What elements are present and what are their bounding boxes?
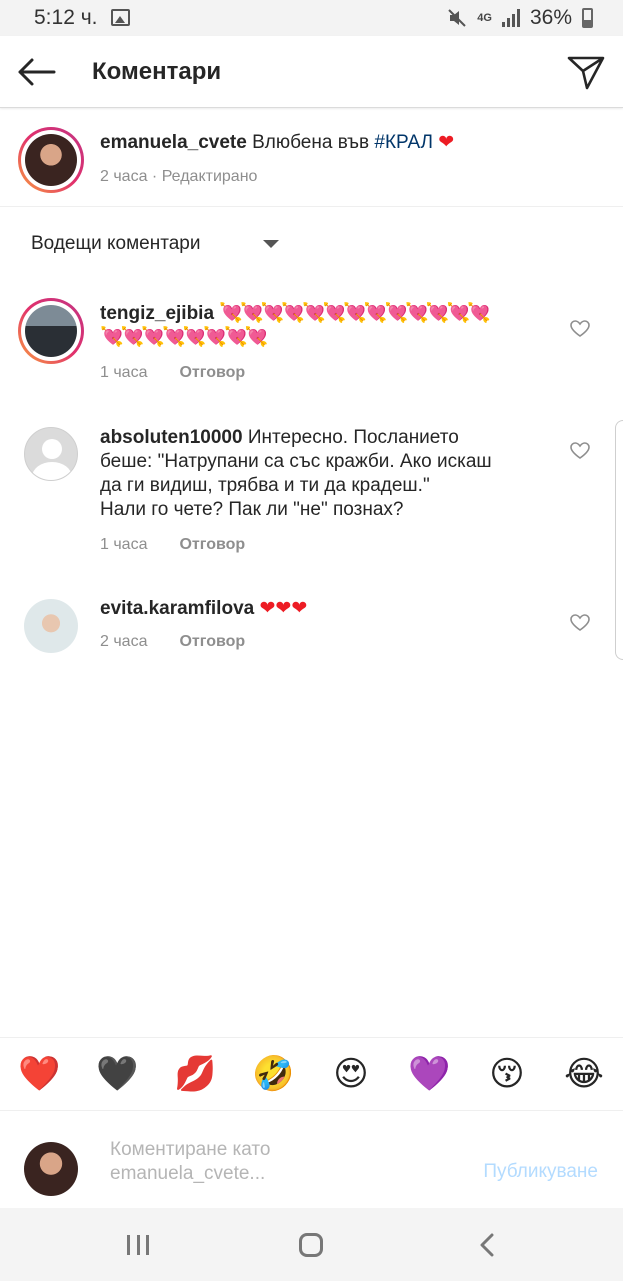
tears-of-joy-emoji-button[interactable]: 😂 [563, 1053, 605, 1095]
system-back-icon[interactable] [478, 1233, 496, 1257]
purple-heart-emoji-button[interactable]: 💜 [408, 1053, 450, 1095]
comment-text: absoluten10000 Интересно. Посланието беш… [100, 426, 560, 522]
reply-button[interactable]: Отговор [179, 536, 245, 553]
battery-percent: 36% [529, 6, 572, 29]
comment-input-placeholder: emanuela_cvete... [110, 1163, 266, 1184]
divider [0, 206, 623, 207]
comment-time: 1 часа [100, 536, 148, 553]
avatar [25, 305, 77, 357]
home-icon[interactable] [299, 1233, 323, 1257]
caption-meta: 2 часа · Редактирано [100, 168, 258, 185]
comment-input-placeholder: Коментиране като [110, 1139, 271, 1160]
comment-avatar-ring[interactable] [18, 298, 84, 364]
chevron-down-icon[interactable] [263, 240, 279, 248]
avatar [24, 1142, 78, 1196]
like-heart-icon[interactable] [570, 614, 590, 632]
status-icons: 4G 36% [447, 6, 593, 30]
rofl-emoji-button[interactable]: 🤣 [252, 1053, 294, 1095]
sort-dropdown[interactable]: Водещи коментари [31, 233, 200, 255]
comment-text: evita.karamfilova ❤❤❤ [100, 597, 560, 621]
comment-meta: 2 часа Отговор [100, 633, 245, 651]
like-heart-icon[interactable] [570, 442, 590, 460]
caption-username[interactable]: emanuela_cvete [100, 132, 247, 153]
signal-icon [501, 9, 520, 27]
back-arrow-icon[interactable] [16, 56, 56, 88]
status-bar: 5:12 ч. 4G 36% [0, 0, 623, 36]
battery-icon [582, 8, 593, 28]
network-type: 4G [477, 12, 492, 24]
post-button[interactable]: Публикуване [483, 1161, 598, 1183]
comment-meta: 1 часа Отговор [100, 364, 245, 382]
comment-emoji-line: 💘💘💘💘💘💘💘💘💘💘💘💘💘 [219, 303, 491, 324]
comment-time: 1 часа [100, 364, 148, 381]
black-heart-emoji-button[interactable]: 🖤 [96, 1053, 138, 1095]
comment-heart-emojis: ❤❤❤ [259, 598, 308, 619]
comment-body: да ги видиш, трябва и ти да крадеш." [100, 475, 430, 496]
heart-eyes-emoji-button[interactable]: 😍 [330, 1053, 372, 1095]
comment-body: Нали го чете? Пак ли "не" познах? [100, 499, 404, 520]
kissing-emoji-button[interactable]: 😚 [486, 1053, 528, 1095]
comment-username[interactable]: evita.karamfilova [100, 598, 254, 619]
comment-time: 2 часа [100, 633, 148, 650]
red-heart-emoji-button[interactable]: ❤️ [18, 1053, 60, 1095]
comment-text: tengiz_ejibia 💘💘💘💘💘💘💘💘💘💘💘💘💘 💘💘💘💘💘💘💘💘 [100, 302, 560, 350]
comment-body: беше: "Натрупани са със кражби. Ако иска… [100, 451, 492, 472]
status-time: 5:12 ч. [34, 6, 98, 29]
avatar [25, 134, 77, 186]
mute-icon [448, 9, 466, 27]
comment-avatar-default[interactable] [24, 427, 78, 481]
page-title: Коментари [92, 58, 222, 85]
comment-emoji-line: 💘💘💘💘💘💘💘💘 [100, 327, 268, 348]
comment-username[interactable]: absoluten10000 [100, 427, 243, 448]
comment-input[interactable]: Коментиране като emanuela_cvete... [110, 1138, 270, 1186]
caption-heart-emoji: ❤ [438, 132, 455, 153]
scroll-handle[interactable] [615, 420, 623, 660]
comment-body: Интересно. Посланието [247, 427, 459, 448]
like-heart-icon[interactable] [570, 320, 590, 338]
comment-composer: Коментиране като emanuela_cvete... Публи… [0, 1112, 623, 1208]
image-notification-icon [111, 9, 130, 26]
comment-meta: 1 часа Отговор [100, 536, 245, 554]
direct-send-icon[interactable] [567, 54, 605, 90]
comment-username[interactable]: tengiz_ejibia [100, 303, 214, 324]
system-nav-bar [0, 1208, 623, 1281]
reply-button[interactable]: Отговор [179, 633, 245, 650]
comment-avatar[interactable] [24, 599, 78, 653]
caption-body: Влюбена във [252, 132, 370, 153]
kiss-mark-emoji-button[interactable]: 💋 [174, 1053, 216, 1095]
caption-avatar-ring[interactable] [18, 127, 84, 193]
caption-hashtag[interactable]: #КРАЛ [374, 132, 433, 153]
reply-button[interactable]: Отговор [179, 364, 245, 381]
emoji-quick-bar: ❤️ 🖤 💋 🤣 😍 💜 😚 😂 [0, 1037, 623, 1111]
caption-text: emanuela_cvete Влюбена във #КРАЛ ❤ [100, 131, 600, 155]
recent-apps-icon[interactable] [127, 1235, 149, 1255]
app-header: Коментари [0, 36, 623, 108]
